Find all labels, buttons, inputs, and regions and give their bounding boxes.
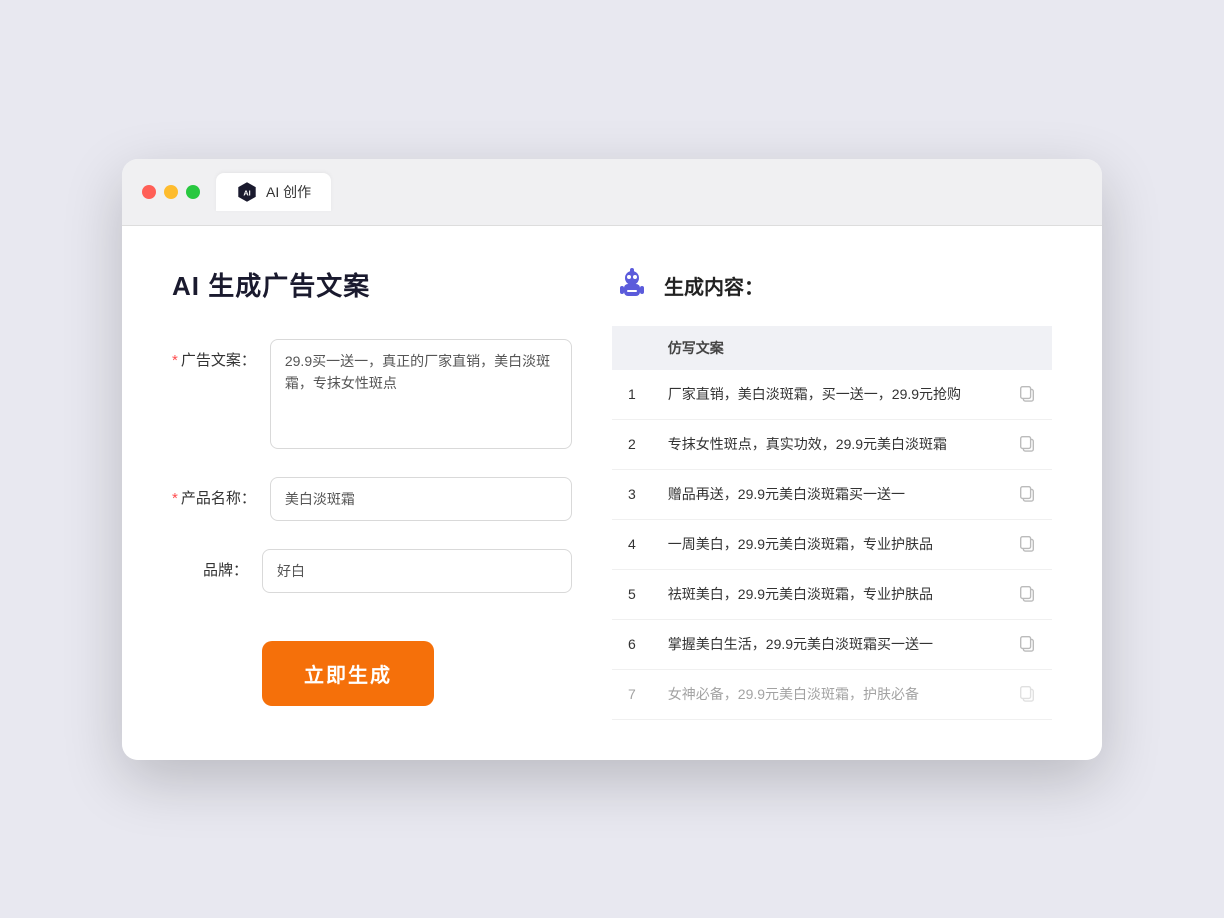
copy-button[interactable]	[999, 669, 1052, 719]
browser-window: AI AI 创作 AI 生成广告文案 *广告文案： 29.9买一送一，真正的厂家…	[122, 159, 1102, 760]
table-row: 7 女神必备，29.9元美白淡斑霜，护肤必备	[612, 669, 1052, 719]
row-number: 5	[612, 569, 652, 619]
row-text: 厂家直销，美白淡斑霜，买一送一，29.9元抢购	[652, 370, 999, 420]
robot-icon	[612, 266, 652, 306]
main-content: AI 生成广告文案 *广告文案： 29.9买一送一，真正的厂家直销，美白淡斑霜，…	[122, 226, 1102, 760]
row-number: 6	[612, 619, 652, 669]
generate-button[interactable]: 立即生成	[262, 641, 434, 706]
copy-button[interactable]	[999, 519, 1052, 569]
row-text: 一周美白，29.9元美白淡斑霜，专业护肤品	[652, 519, 999, 569]
copy-button[interactable]	[999, 419, 1052, 469]
table-row: 2 专抹女性斑点，真实功效，29.9元美白淡斑霜	[612, 419, 1052, 469]
copy-button[interactable]	[999, 619, 1052, 669]
col-copy-header	[999, 326, 1052, 370]
ai-tab[interactable]: AI AI 创作	[216, 173, 331, 211]
row-number: 3	[612, 469, 652, 519]
maximize-button[interactable]	[186, 185, 200, 199]
col-text-header: 仿写文案	[652, 326, 999, 370]
tab-label: AI 创作	[266, 182, 311, 202]
product-name-label: *产品名称：	[172, 477, 270, 508]
row-text: 赠品再送，29.9元美白淡斑霜买一送一	[652, 469, 999, 519]
ai-tab-icon: AI	[236, 181, 258, 203]
traffic-lights	[142, 185, 200, 199]
ad-copy-input[interactable]: 29.9买一送一，真正的厂家直销，美白淡斑霜，专抹女性斑点	[270, 339, 572, 449]
table-row: 6 掌握美白生活，29.9元美白淡斑霜买一送一	[612, 619, 1052, 669]
row-text: 专抹女性斑点，真实功效，29.9元美白淡斑霜	[652, 419, 999, 469]
product-name-input[interactable]: 美白淡斑霜	[270, 477, 572, 521]
ad-copy-label: *广告文案：	[172, 339, 270, 370]
right-panel: 生成内容： 仿写文案 1 厂家直销，美白淡斑霜，买一送一，29.9元抢购	[612, 266, 1052, 720]
results-header: 生成内容：	[612, 266, 1052, 306]
row-number: 4	[612, 519, 652, 569]
required-star-1: *	[172, 352, 178, 369]
brand-group: 品牌： 好白	[172, 549, 572, 593]
col-num-header	[612, 326, 652, 370]
svg-text:AI: AI	[243, 188, 250, 197]
row-number: 1	[612, 370, 652, 420]
copy-button[interactable]	[999, 569, 1052, 619]
row-text: 祛斑美白，29.9元美白淡斑霜，专业护肤品	[652, 569, 999, 619]
copy-button[interactable]	[999, 370, 1052, 420]
required-star-2: *	[172, 490, 178, 507]
brand-input[interactable]: 好白	[262, 549, 572, 593]
results-title: 生成内容：	[664, 271, 764, 300]
table-row: 4 一周美白，29.9元美白淡斑霜，专业护肤品	[612, 519, 1052, 569]
table-row: 1 厂家直销，美白淡斑霜，买一送一，29.9元抢购	[612, 370, 1052, 420]
product-name-group: *产品名称： 美白淡斑霜	[172, 477, 572, 521]
row-number: 7	[612, 669, 652, 719]
copy-button[interactable]	[999, 469, 1052, 519]
titlebar: AI AI 创作	[122, 159, 1102, 226]
page-title: AI 生成广告文案	[172, 266, 572, 303]
row-text: 女神必备，29.9元美白淡斑霜，护肤必备	[652, 669, 999, 719]
results-table: 仿写文案 1 厂家直销，美白淡斑霜，买一送一，29.9元抢购 2 专抹女性斑点，…	[612, 326, 1052, 720]
left-panel: AI 生成广告文案 *广告文案： 29.9买一送一，真正的厂家直销，美白淡斑霜，…	[172, 266, 572, 720]
row-number: 2	[612, 419, 652, 469]
row-text: 掌握美白生活，29.9元美白淡斑霜买一送一	[652, 619, 999, 669]
close-button[interactable]	[142, 185, 156, 199]
minimize-button[interactable]	[164, 185, 178, 199]
ad-copy-group: *广告文案： 29.9买一送一，真正的厂家直销，美白淡斑霜，专抹女性斑点	[172, 339, 572, 449]
table-row: 3 赠品再送，29.9元美白淡斑霜买一送一	[612, 469, 1052, 519]
brand-label: 品牌：	[172, 549, 262, 580]
table-row: 5 祛斑美白，29.9元美白淡斑霜，专业护肤品	[612, 569, 1052, 619]
